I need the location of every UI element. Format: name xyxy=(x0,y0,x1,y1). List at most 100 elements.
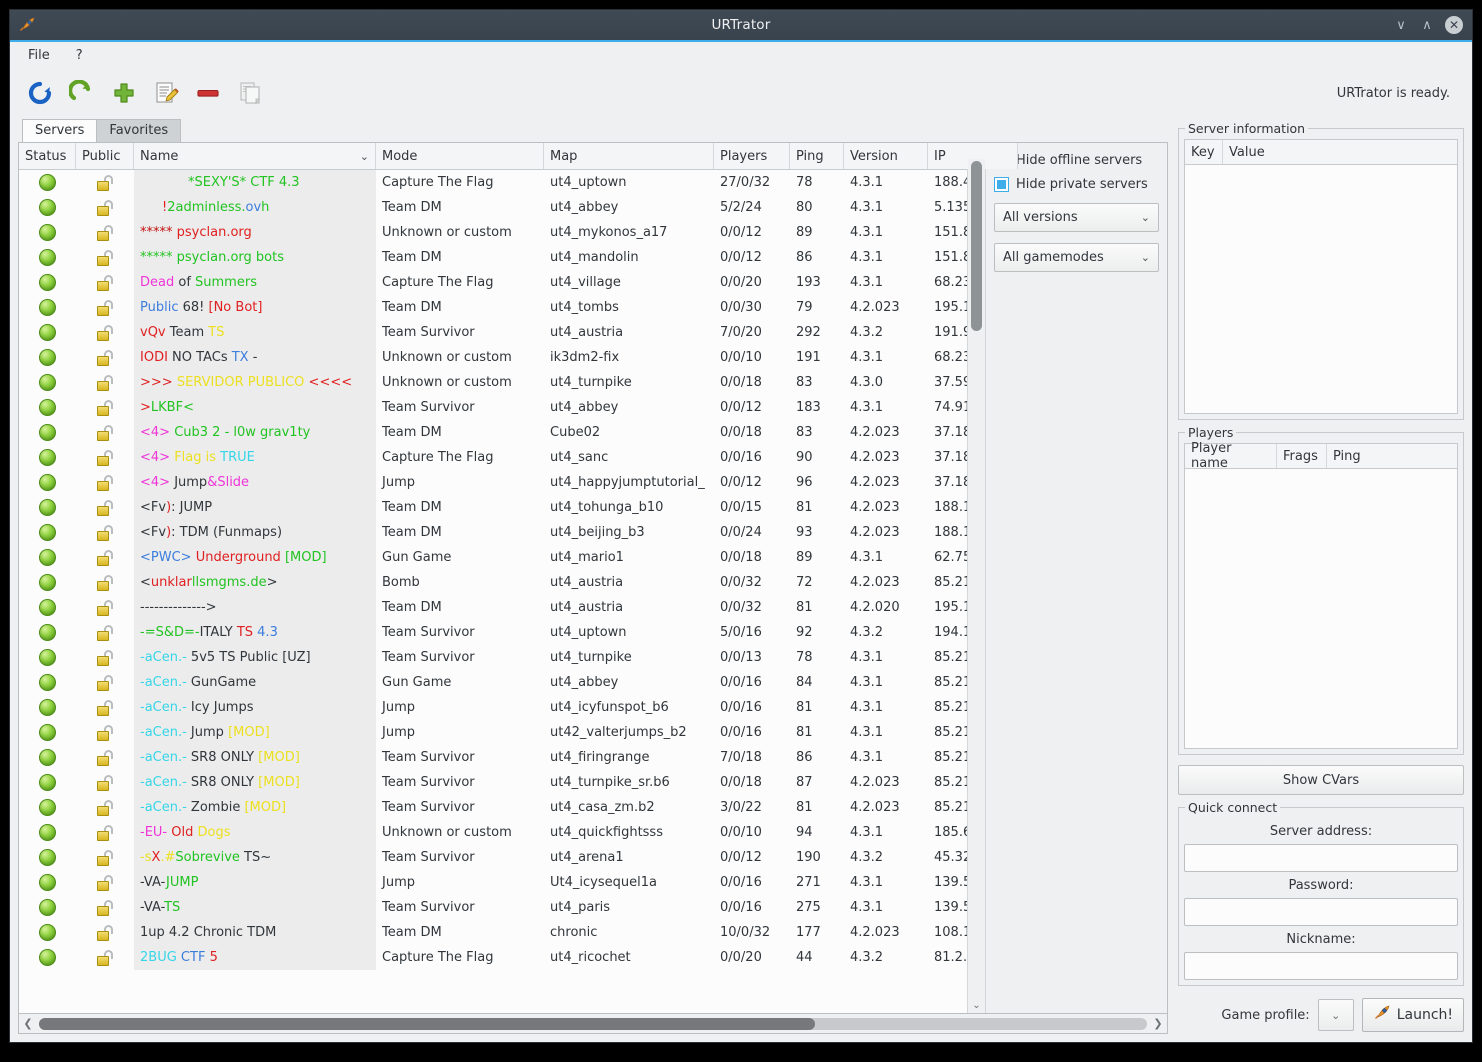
server-ping-cell: 191 xyxy=(796,350,821,365)
server-players-cell: 0/0/16 xyxy=(720,725,762,740)
table-row[interactable]: -aCen.- GunGame Gun Game ut4_abbey 0/0/16 84… xyxy=(19,670,967,695)
table-row[interactable]: vQv Team TS Team Survivor ut4_austria 7/0/2… xyxy=(19,320,967,345)
game-profile-select[interactable]: ⌄ xyxy=(1317,999,1354,1031)
horizontal-scroll-track[interactable] xyxy=(39,1017,1147,1030)
column-header-key[interactable]: Key xyxy=(1185,140,1223,164)
password-input[interactable] xyxy=(1184,898,1458,926)
server-map-cell: ut4_tohunga_b10 xyxy=(550,500,664,515)
server-ip-cell: 139.59 xyxy=(934,900,967,915)
table-row[interactable]: -aCen.- Zombie [MOD] Team Survivor ut4_cas… xyxy=(19,795,967,820)
table-row[interactable]: -VA-JUMP Jump Ut4_icysequel1a 0/0/16 271 4.3.… xyxy=(19,870,967,895)
minimize-icon[interactable]: ∨ xyxy=(1393,17,1409,33)
vertical-scrollbar[interactable]: ⌃ ⌄ xyxy=(967,143,985,1013)
copy-icon[interactable] xyxy=(236,79,264,107)
table-row[interactable]: 1up 4.2 Chronic TDM Team DM chronic 10/0/32… xyxy=(19,920,967,945)
table-row[interactable]: ***** psyclan.org bots Team DM ut4_mandoli… xyxy=(19,245,967,270)
vertical-scroll-track[interactable] xyxy=(968,159,985,997)
table-row[interactable]: <Fv): TDM (Funmaps) Team DM ut4_beijing_b3… xyxy=(19,520,967,545)
table-row[interactable]: IODI NO TACs TX - Unknown or custom ik3dm2… xyxy=(19,345,967,370)
server-version-cell: 4.3.1 xyxy=(850,875,884,890)
add-icon[interactable] xyxy=(110,79,138,107)
column-header-status[interactable]: Status xyxy=(19,143,76,169)
column-header-player-ping[interactable]: Ping xyxy=(1327,444,1457,468)
table-row[interactable]: <4> Jump&Slide Jump ut4_happyjumptutorial_… xyxy=(19,470,967,495)
tab-favorites[interactable]: Favorites xyxy=(96,119,182,142)
menu-item-help[interactable]: ? xyxy=(74,46,85,65)
server-ip-cell: 85.214 xyxy=(934,800,967,815)
launch-button[interactable]: Launch! xyxy=(1361,998,1464,1032)
tab-servers[interactable]: Servers xyxy=(22,119,98,142)
table-row[interactable]: -VA-TS Team Survivor ut4_paris 0/0/16 275 4.3… xyxy=(19,895,967,920)
table-row[interactable]: Dead of Summers Capture The Flag ut4_villa… xyxy=(19,270,967,295)
status-online-icon xyxy=(19,495,76,520)
version-filter-select[interactable]: All versions ⌄ xyxy=(994,203,1159,232)
status-online-icon xyxy=(19,395,76,420)
table-row[interactable]: -=S&D=-ITALY TS 4.3 Team Survivor ut4_upto… xyxy=(19,620,967,645)
server-map-cell: ut4_uptown xyxy=(550,625,627,640)
table-row[interactable]: >>> SERVIDOR PUBLICO <<<< Unknown or cust… xyxy=(19,370,967,395)
table-row[interactable]: -aCen.- SR8 ONLY [MOD] Team Survivor ut4_t… xyxy=(19,770,967,795)
server-mode-cell: Capture The Flag xyxy=(382,175,494,190)
table-row[interactable]: <unklarllsmgms.de> Bomb ut4_austria 0/0/32 7… xyxy=(19,570,967,595)
status-online-icon xyxy=(19,595,76,620)
column-header-player-name[interactable]: Player name xyxy=(1185,441,1277,471)
table-row[interactable]: -aCen.- SR8 ONLY [MOD] Team Survivor ut4_f… xyxy=(19,745,967,770)
column-header-name[interactable]: Name ⌄ xyxy=(134,143,376,169)
hide-private-servers-checkbox[interactable]: Hide private servers xyxy=(994,177,1159,192)
table-row[interactable]: <Fv): JUMP Team DM ut4_tohunga_b10 0/0/15 81… xyxy=(19,495,967,520)
unlocked-padlock-icon xyxy=(76,820,134,845)
edit-icon[interactable] xyxy=(152,79,180,107)
table-row[interactable]: Public 68! [No Bot] Team DM ut4_tombs 0/0/3… xyxy=(19,295,967,320)
column-header-version[interactable]: Version xyxy=(844,143,928,169)
table-header-row: Status Public Name ⌄ Mode Map Players Pi… xyxy=(19,143,1018,170)
refresh-icon[interactable] xyxy=(26,79,54,107)
table-row[interactable]: -aCen.- 5v5 TS Public [UZ] Team Survivor u… xyxy=(19,645,967,670)
server-players-cell: 0/0/18 xyxy=(720,425,762,440)
table-row[interactable]: -sX.#Sobrevive TS~ Team Survivor ut4_arena… xyxy=(19,845,967,870)
server-mode-cell: Unknown or custom xyxy=(382,225,512,240)
table-row[interactable]: !2adminless.ovh Team DM ut4_abbey 5/2/24 80 4… xyxy=(19,195,967,220)
column-header-ping[interactable]: Ping xyxy=(790,143,844,169)
server-players-cell: 0/0/16 xyxy=(720,700,762,715)
table-row[interactable]: >LKBF< Team Survivor ut4_abbey 0/0/12 183 4.3… xyxy=(19,395,967,420)
table-row[interactable]: --------------> Team DM ut4_austria 0/0/32 8… xyxy=(19,595,967,620)
scroll-right-icon[interactable]: ❯ xyxy=(1149,1017,1167,1030)
table-row[interactable]: 2BUG CTF 5 Capture The Flag ut4_ricochet 0/… xyxy=(19,945,967,970)
server-address-input[interactable] xyxy=(1184,844,1458,872)
vertical-scroll-thumb[interactable] xyxy=(971,161,982,331)
gamemode-filter-select[interactable]: All gamemodes ⌄ xyxy=(994,243,1159,272)
horizontal-scrollbar[interactable]: ❮ ❯ xyxy=(18,1014,1168,1034)
nickname-input[interactable] xyxy=(1184,952,1458,980)
show-cvars-button[interactable]: Show CVars xyxy=(1178,765,1464,795)
table-row[interactable]: <PWC> Underground [MOD] Gun Game ut4_mario… xyxy=(19,545,967,570)
column-header-value[interactable]: Value xyxy=(1223,140,1457,164)
table-row[interactable]: <4> Flag is TRUE Capture The Flag ut4_sanc… xyxy=(19,445,967,470)
table-row[interactable]: -aCen.- Icy Jumps Jump ut4_icyfunspot_b6 0/… xyxy=(19,695,967,720)
close-icon[interactable]: ✕ xyxy=(1445,16,1463,34)
table-row[interactable]: <4> Cub3 2 - l0w grav1ty Team DM Cube02 0/0… xyxy=(19,420,967,445)
maximize-icon[interactable]: ∧ xyxy=(1419,17,1435,33)
server-ip-cell: 85.214 xyxy=(934,650,967,665)
server-players-cell: 3/0/22 xyxy=(720,800,762,815)
server-players-cell: 0/0/10 xyxy=(720,350,762,365)
remove-icon[interactable] xyxy=(194,79,222,107)
server-name-cell: -aCen.- SR8 ONLY [MOD] xyxy=(134,745,376,770)
server-map-cell: ut4_tombs xyxy=(550,300,619,315)
column-header-public[interactable]: Public xyxy=(76,143,134,169)
scroll-left-icon[interactable]: ❮ xyxy=(19,1017,37,1030)
scroll-down-icon[interactable]: ⌄ xyxy=(968,997,985,1013)
refresh-geolocation-icon[interactable] xyxy=(68,79,96,107)
hide-offline-servers-checkbox[interactable]: Hide offline servers xyxy=(994,153,1159,168)
table-row[interactable]: -EU- Old Dogs Unknown or custom ut4_quickf… xyxy=(19,820,967,845)
column-header-frags[interactable]: Frags xyxy=(1277,444,1327,468)
column-header-mode[interactable]: Mode xyxy=(376,143,544,169)
horizontal-scroll-thumb[interactable] xyxy=(39,1017,815,1030)
column-header-players[interactable]: Players xyxy=(714,143,790,169)
menu-item-file[interactable]: File xyxy=(26,46,52,65)
table-row[interactable]: ***** psyclan.org Unknown or custom ut4_my… xyxy=(19,220,967,245)
server-version-cell: 4.2.023 xyxy=(850,425,900,440)
table-row[interactable]: *SEXY'S* CTF 4.3 Capture The Flag ut4_upto… xyxy=(19,170,967,195)
column-header-map[interactable]: Map xyxy=(544,143,714,169)
table-row[interactable]: -aCen.- Jump [MOD] Jump ut42_valterjumps_b… xyxy=(19,720,967,745)
menu-bar: File ? xyxy=(10,42,1472,68)
